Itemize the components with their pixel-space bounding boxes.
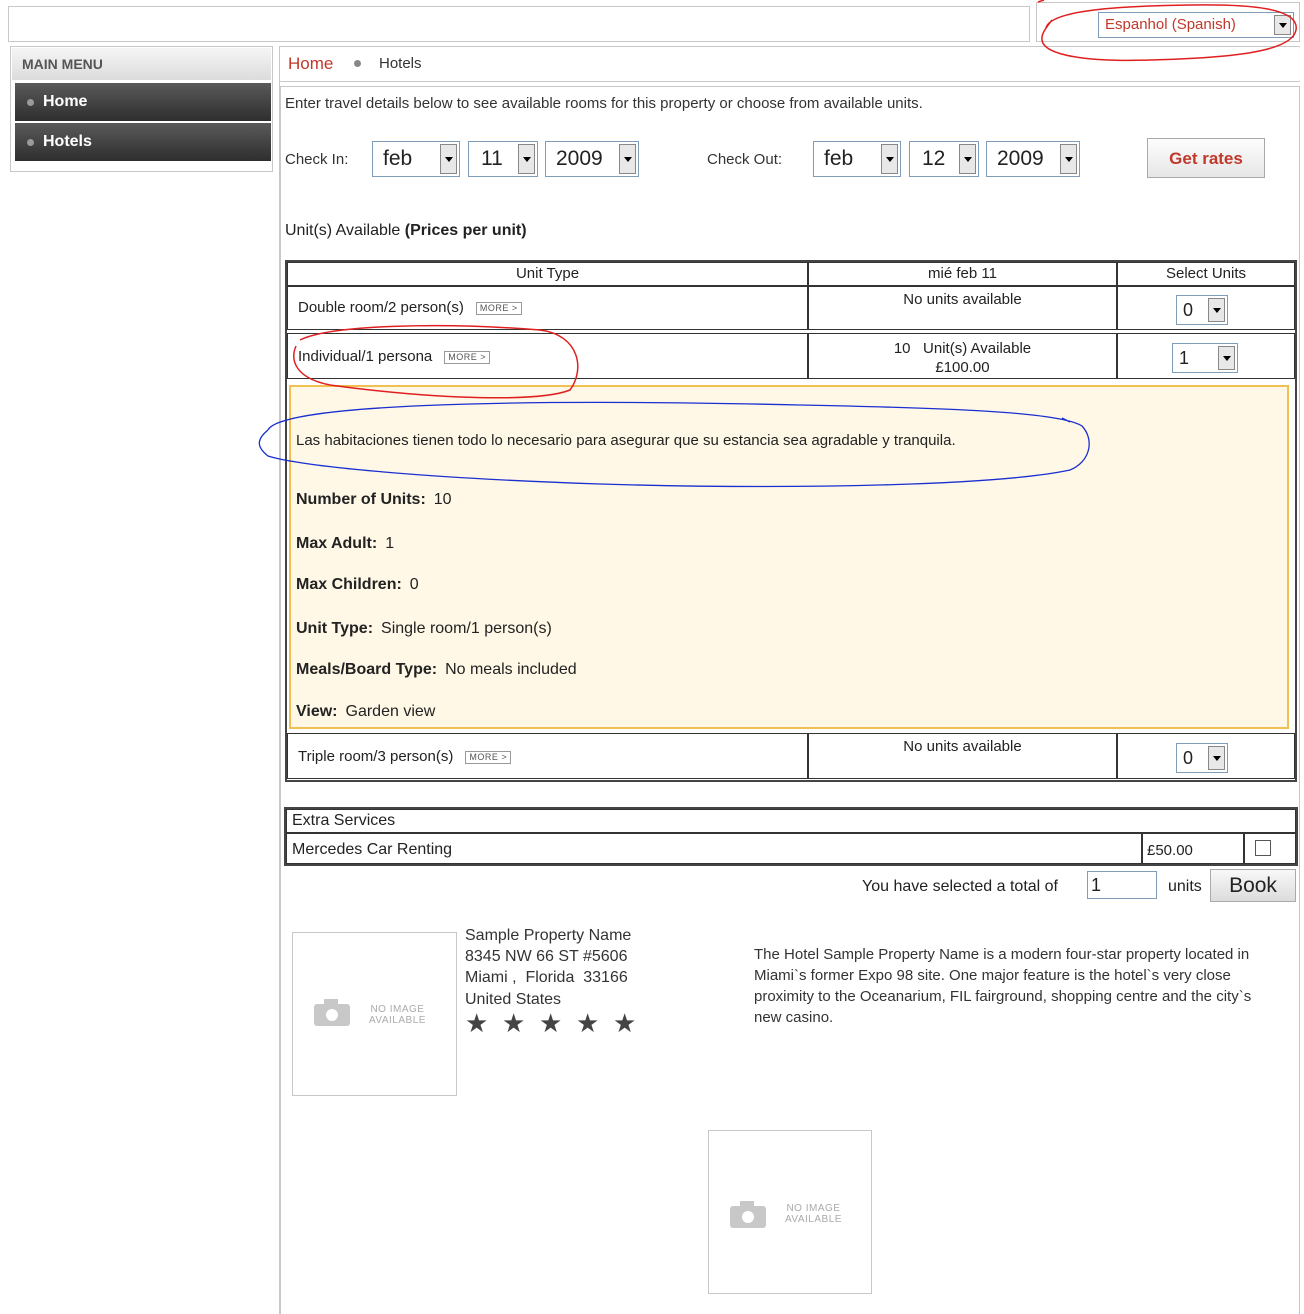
annotation-overlay [258,0,1297,488]
annotation-circle-language [1037,0,1297,62]
annotation-circle-individual [293,324,579,399]
annotation-circle-description [258,401,1090,488]
